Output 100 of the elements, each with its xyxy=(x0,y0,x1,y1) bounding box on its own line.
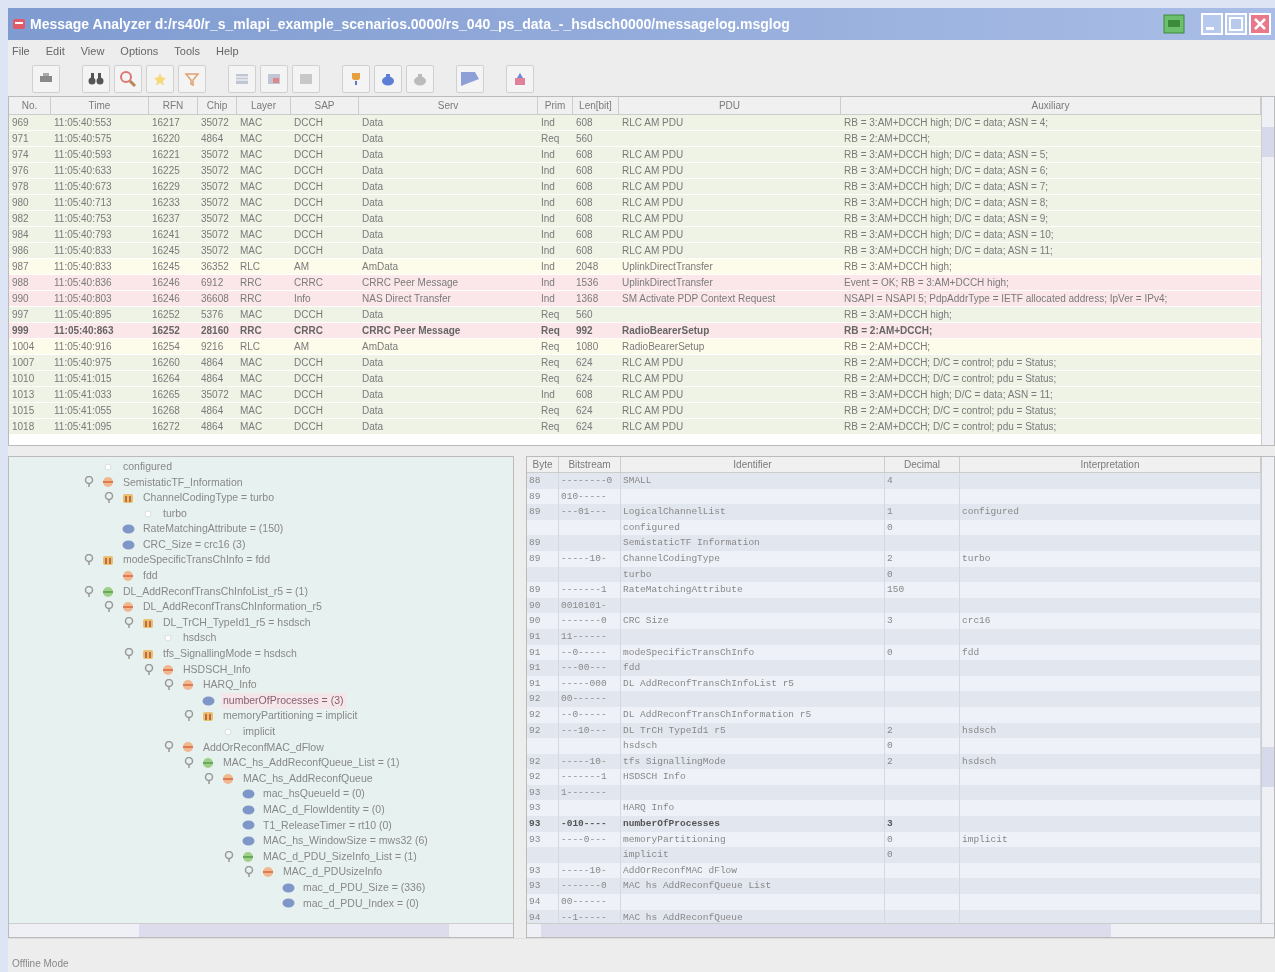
expand-toggle-icon[interactable] xyxy=(244,866,254,879)
table-row[interactable]: 984 11:05:40:793 16241 35072 MAC DCCH Data Ind 608 RLC AM PDU RB = 3:AM+DCCH high; D/C = data; ASN = 10; xyxy=(9,227,1261,243)
table-row[interactable]: 93 HARQ Info xyxy=(527,800,1261,817)
expand-toggle-icon[interactable] xyxy=(84,585,94,598)
tree-item[interactable]: MAC_hs_WindowSize = mws32 (6) xyxy=(261,833,430,849)
table-row[interactable]: 88 --------0 SMALL 4 xyxy=(527,473,1261,489)
column-header[interactable]: Layer xyxy=(237,97,291,114)
table-row[interactable]: 997 11:05:40:895 16252 5376 MAC DCCH Data Req 560 RB = 3:AM+DCCH high; xyxy=(9,307,1261,323)
column-header[interactable]: Chip xyxy=(198,97,237,114)
table-row[interactable]: 92 00------ xyxy=(527,691,1261,707)
tree-item[interactable]: MAC_d_PDU_SizeInfo_List = (1) xyxy=(261,848,419,865)
column-header[interactable]: Byte xyxy=(527,457,559,472)
table-row[interactable]: 89 ---01--- LogicalChannelList 1 configured xyxy=(527,504,1261,520)
column-header[interactable]: SAP xyxy=(291,97,359,114)
column-header[interactable]: No. xyxy=(9,97,51,114)
horizontal-scrollbar[interactable] xyxy=(527,923,1274,937)
table-row[interactable]: 1018 11:05:41:095 16272 4864 MAC DCCH Data Req 624 RLC AM PDU RB = 2:AM+DCCH; D/C = control; pdu = Status; xyxy=(9,419,1261,435)
table-row[interactable]: hsdsch 0 xyxy=(527,738,1261,754)
expand-toggle-icon[interactable] xyxy=(124,616,134,629)
close-icon[interactable] xyxy=(1249,13,1271,35)
menu-item[interactable]: View xyxy=(80,42,105,60)
table-row[interactable]: 1013 11:05:41:033 16265 35072 MAC DCCH Data Ind 608 RLC AM PDU RB = 3:AM+DCCH high; D/C = data; ASN = 11; xyxy=(9,387,1261,403)
tree-item[interactable]: AddOrReconfMAC_dFlow xyxy=(201,739,326,756)
expand-toggle-icon[interactable] xyxy=(184,757,194,770)
tree-item[interactable]: HSDSCH_Info xyxy=(181,661,253,678)
table-row[interactable]: implicit 0 xyxy=(527,847,1261,863)
table-row[interactable]: 971 11:05:40:575 16220 4864 MAC DCCH Data Req 560 RB = 2:AM+DCCH; xyxy=(9,131,1261,147)
expand-toggle-icon[interactable] xyxy=(104,601,114,614)
table-row[interactable]: 974 11:05:40:593 16221 35072 MAC DCCH Data Ind 608 RLC AM PDU RB = 3:AM+DCCH high; D/C = data; ASN = 5; xyxy=(9,147,1261,163)
expand-toggle-icon[interactable] xyxy=(84,554,94,567)
tree-item[interactable]: memoryPartitioning = implicit xyxy=(221,708,360,725)
table-row[interactable]: 1015 11:05:41:055 16268 4864 MAC DCCH Data Req 624 RLC AM PDU RB = 2:AM+DCCH; D/C = control; pdu = Status; xyxy=(9,403,1261,419)
tree-item[interactable]: T1_ReleaseTimer = rt10 (0) xyxy=(261,817,394,834)
column-header[interactable]: RFN xyxy=(149,97,198,114)
tree-item[interactable]: HARQ_Info xyxy=(201,677,259,693)
column-header[interactable]: Decimal xyxy=(885,457,960,472)
expand-toggle-icon[interactable] xyxy=(144,663,154,676)
table-row[interactable]: 1010 11:05:41:015 16264 4864 MAC DCCH Data Req 624 RLC AM PDU RB = 2:AM+DCCH; D/C = control; pdu = Status; xyxy=(9,371,1261,387)
column-header[interactable]: Serv xyxy=(359,97,538,114)
menu-item[interactable]: Options xyxy=(120,42,159,60)
table-row[interactable]: 92 -------1 HSDSCH Info xyxy=(527,769,1261,785)
column-header[interactable]: PDU xyxy=(619,97,841,114)
tree-item[interactable]: implicit xyxy=(241,724,278,740)
tree-item[interactable]: mac_hsQueueId = (0) xyxy=(261,786,367,803)
menu-item[interactable]: File xyxy=(12,42,30,60)
expand-toggle-icon[interactable] xyxy=(124,647,134,660)
vertical-scrollbar[interactable] xyxy=(1261,97,1274,445)
tree-item[interactable]: fdd xyxy=(141,568,160,584)
expand-toggle-icon[interactable] xyxy=(84,476,94,489)
toolbar-button[interactable] xyxy=(82,65,110,93)
table-row[interactable]: 976 11:05:40:633 16225 35072 MAC DCCH Data Ind 608 RLC AM PDU RB = 3:AM+DCCH high; D/C = data; ASN = 6; xyxy=(9,163,1261,179)
menu-item[interactable]: Edit xyxy=(45,42,65,60)
table-row[interactable]: 978 11:05:40:673 16229 35072 MAC DCCH Data Ind 608 RLC AM PDU RB = 3:AM+DCCH high; D/C = data; ASN = 7; xyxy=(9,179,1261,195)
table-row[interactable]: 94 00------ xyxy=(527,894,1261,910)
tree-item[interactable]: DL_TrCH_TypeId1_r5 = hsdsch xyxy=(161,614,313,631)
tree-item[interactable]: SemistaticTF_Information xyxy=(121,474,245,491)
menu-item[interactable]: Help xyxy=(215,42,239,60)
tree-item[interactable]: mac_d_PDU_Index = (0) xyxy=(301,895,421,912)
tree-item[interactable]: DL_AddReconfTransChInformation_r5 xyxy=(141,599,324,615)
vertical-scrollbar[interactable] xyxy=(1261,457,1274,923)
tree-item[interactable]: MAC_hs_AddReconfQueue xyxy=(241,770,375,787)
table-row[interactable]: 990 11:05:40:803 16246 36608 RRC Info NAS Direct Transfer Ind 1368 SM Activate PDP Context Request NSAPI = NSAPI 5; PdpAddrType = IETF allocated address; IpVer = IPv4; xyxy=(9,291,1261,307)
table-row[interactable]: 969 11:05:40:553 16217 35072 MAC DCCH Data Ind 608 RLC AM PDU RB = 3:AM+DCCH high; D/C = data; ASN = 4; xyxy=(9,115,1261,131)
tree-item[interactable]: CRC_Size = crc16 (3) xyxy=(141,536,248,553)
table-row[interactable]: 93 -------0 MAC hs AddReconfQueue List xyxy=(527,878,1261,895)
tree-item[interactable]: numberOfProcesses = (3) xyxy=(221,692,346,709)
table-row[interactable]: 91 ---00--- fdd xyxy=(527,660,1261,676)
tree-item[interactable]: RateMatchingAttribute = (150) xyxy=(141,521,286,538)
table-row[interactable]: 90 -------0 CRC Size 3 crc16 xyxy=(527,613,1261,629)
column-header[interactable]: Time xyxy=(51,97,149,114)
tree-item[interactable]: MAC_hs_AddReconfQueue_List = (1) xyxy=(221,755,402,771)
tree-item[interactable]: MAC_d_PDUsizeInfo xyxy=(281,864,385,881)
column-header[interactable]: Len[bit] xyxy=(573,97,619,114)
tree-item[interactable]: tfs_SignallingMode = hsdsch xyxy=(161,646,299,662)
table-row[interactable]: 89 SemistaticTF Information xyxy=(527,535,1261,551)
column-header[interactable]: Identifier xyxy=(621,457,885,472)
table-row[interactable]: 987 11:05:40:833 16245 36352 RLC AM AmData Ind 2048 UplinkDirectTransfer RB = 3:AM+DCCH high; xyxy=(9,259,1261,275)
column-header[interactable]: Bitstream xyxy=(559,457,621,472)
expand-toggle-icon[interactable] xyxy=(184,710,194,723)
toolbar-button[interactable] xyxy=(374,65,402,93)
expand-toggle-icon[interactable] xyxy=(164,741,174,754)
table-row[interactable]: 93 -010---- numberOfProcesses 3 xyxy=(527,816,1261,832)
table-row[interactable]: 982 11:05:40:753 16237 35072 MAC DCCH Data Ind 608 RLC AM PDU RB = 3:AM+DCCH high; D/C = data; ASN = 9; xyxy=(9,211,1261,227)
table-row[interactable]: 999 11:05:40:863 16252 28160 RRC CRRC CRRC Peer Message Req 992 RadioBearerSetup RB = 2:AM+DCCH; xyxy=(9,323,1261,339)
toolbar-button[interactable] xyxy=(32,65,60,93)
minimize-icon[interactable] xyxy=(1201,13,1223,35)
expand-toggle-icon[interactable] xyxy=(104,492,114,504)
tree-item[interactable]: modeSpecificTransChInfo = fdd xyxy=(121,552,272,569)
expand-toggle-icon[interactable] xyxy=(204,772,214,785)
expand-toggle-icon[interactable] xyxy=(224,850,234,863)
column-header[interactable]: Prim xyxy=(538,97,573,114)
tree-item[interactable]: mac_d_PDU_Size = (336) xyxy=(301,879,428,896)
tree-item[interactable]: ChannelCodingType = turbo xyxy=(141,490,277,506)
table-row[interactable]: 980 11:05:40:713 16233 35072 MAC DCCH Data Ind 608 RLC AM PDU RB = 3:AM+DCCH high; D/C = data; ASN = 8; xyxy=(9,195,1261,211)
table-row[interactable]: 89 -------1 RateMatchingAttribute 150 xyxy=(527,582,1261,598)
maximize-icon[interactable] xyxy=(1225,13,1247,35)
table-row[interactable]: 986 11:05:40:833 16245 35072 MAC DCCH Data Ind 608 RLC AM PDU RB = 3:AM+DCCH high; D/C = data; ASN = 11; xyxy=(9,243,1261,259)
tree-item[interactable]: configured xyxy=(121,458,175,475)
tree-item[interactable]: turbo xyxy=(161,505,189,522)
table-row[interactable]: 1004 11:05:40:916 16254 9216 RLC AM AmData Req 1080 RadioBearerSetup RB = 2:AM+DCCH; xyxy=(9,339,1261,355)
